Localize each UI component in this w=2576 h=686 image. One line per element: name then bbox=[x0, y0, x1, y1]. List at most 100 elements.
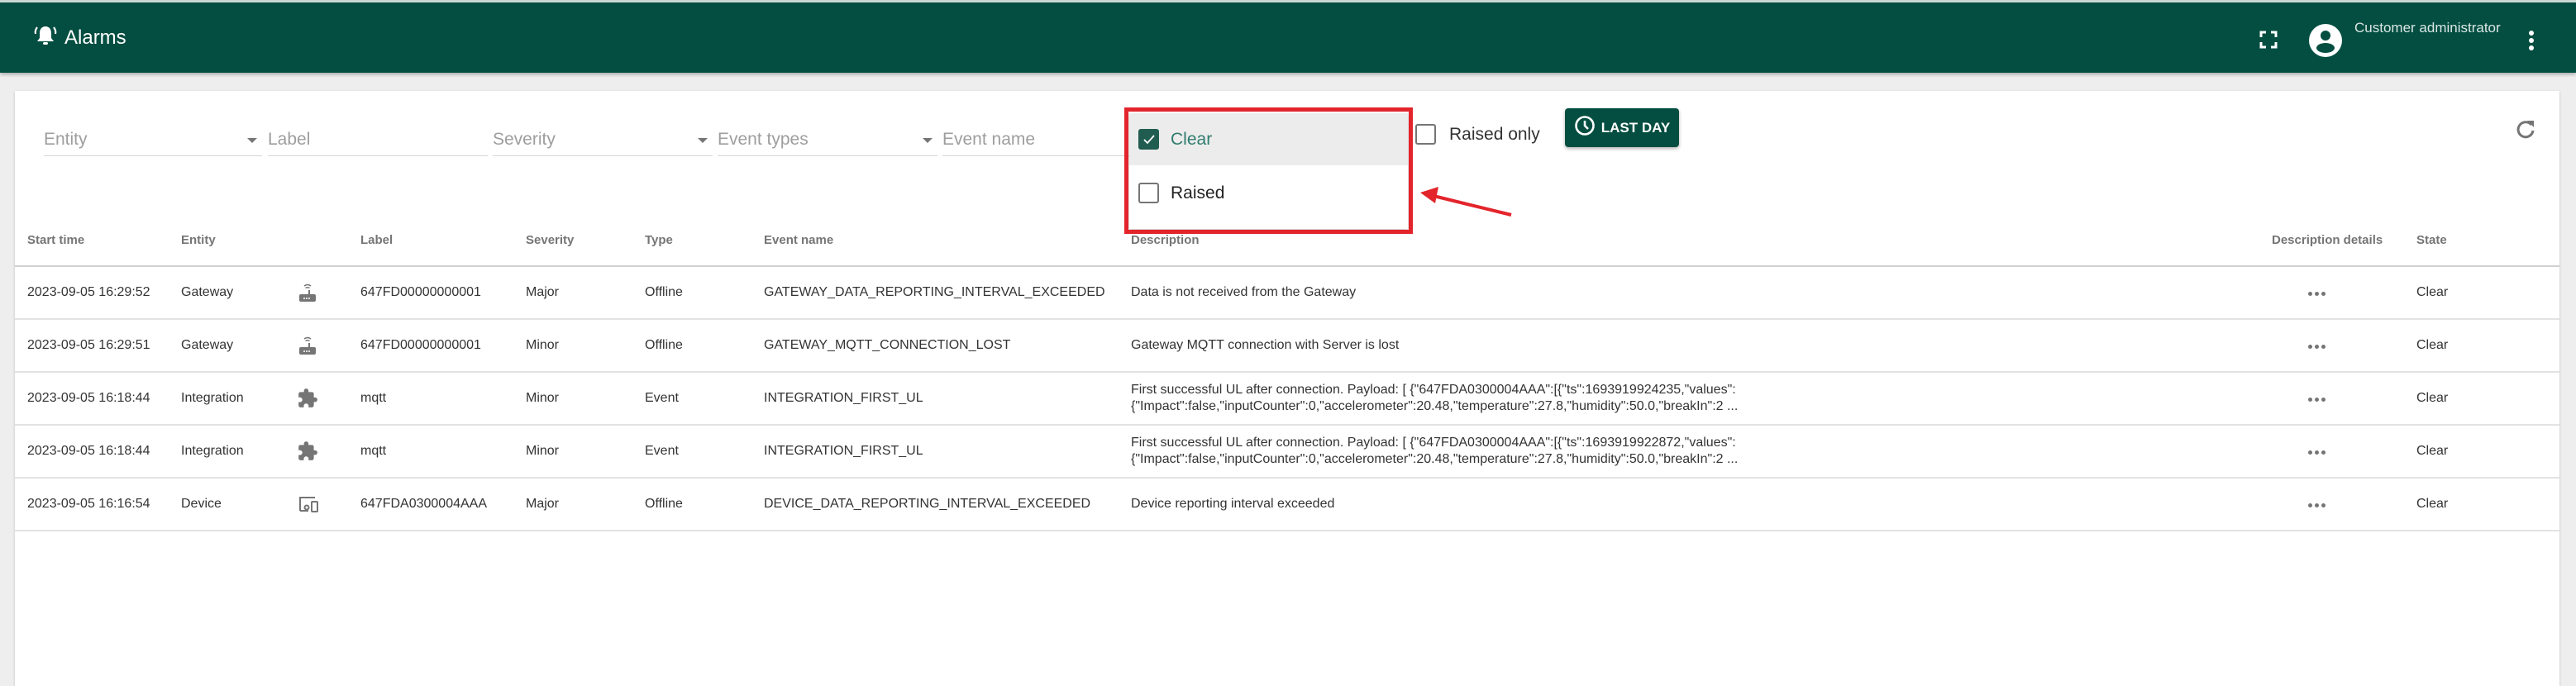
cell-state: Clear bbox=[2416, 478, 2559, 531]
chevron-down-icon bbox=[698, 138, 708, 143]
annotation-arrow-icon bbox=[1420, 187, 1512, 217]
bell-ring-icon bbox=[33, 24, 58, 51]
cell-entity-icon bbox=[297, 266, 360, 320]
severity-filter-placeholder: Severity bbox=[493, 130, 556, 149]
cell-description-details bbox=[2272, 372, 2416, 426]
cell-description-details bbox=[2272, 425, 2416, 479]
severity-filter[interactable]: Severity bbox=[493, 126, 713, 156]
cell-severity: Minor bbox=[526, 372, 645, 426]
cell-entity-icon bbox=[297, 425, 360, 479]
more-horiz-icon[interactable] bbox=[2308, 398, 2326, 402]
cell-description: Data is not received from the Gateway bbox=[1131, 266, 2272, 320]
devices-icon bbox=[297, 494, 360, 514]
cell-entity-icon bbox=[297, 319, 360, 373]
cell-event-name: DEVICE_DATA_REPORTING_INTERVAL_EXCEEDED bbox=[764, 478, 1131, 531]
more-vert-icon[interactable] bbox=[2526, 30, 2536, 51]
time-window-button[interactable]: LAST DAY bbox=[1565, 108, 1679, 147]
column-header-label[interactable]: Label bbox=[360, 215, 526, 267]
account-circle-icon[interactable] bbox=[2308, 23, 2343, 58]
cell-type: Offline bbox=[645, 478, 764, 531]
description-line-2: {"Impact":false,"inputCounter":0,"accele… bbox=[1131, 452, 1739, 466]
table-row[interactable]: 2023-09-05 16:29:52 Gateway 647FD0000000… bbox=[15, 266, 2559, 320]
event-types-filter[interactable]: Event types bbox=[718, 126, 937, 156]
cell-description-details bbox=[2272, 266, 2416, 320]
cell-severity: Major bbox=[526, 478, 645, 531]
page-title-wrap: Alarms bbox=[33, 24, 126, 51]
cell-type: Offline bbox=[645, 319, 764, 373]
cell-label: mqtt bbox=[360, 372, 526, 426]
raised-only-label: Raised only bbox=[1449, 124, 1540, 144]
cell-entity: Integration bbox=[181, 425, 297, 479]
router-icon bbox=[297, 335, 360, 356]
raised-only-toggle[interactable]: Raised only bbox=[1415, 124, 1540, 145]
cell-label: mqtt bbox=[360, 425, 526, 479]
column-header-start-time[interactable]: Start time bbox=[15, 215, 181, 267]
chevron-down-icon bbox=[247, 138, 257, 143]
description-line-1: First successful UL after connection. Pa… bbox=[1131, 436, 1736, 450]
cell-severity: Minor bbox=[526, 319, 645, 373]
event-types-filter-placeholder: Event types bbox=[718, 130, 809, 149]
cell-start-time: 2023-09-05 16:18:44 bbox=[15, 372, 181, 426]
router-icon bbox=[297, 282, 360, 303]
column-header-entity[interactable]: Entity bbox=[181, 215, 297, 267]
clock-icon bbox=[1574, 115, 1596, 141]
cell-description: Device reporting interval exceeded bbox=[1131, 478, 2272, 531]
cell-entity: Gateway bbox=[181, 266, 297, 320]
more-horiz-icon[interactable] bbox=[2308, 292, 2326, 296]
table-row[interactable]: 2023-09-05 16:18:44 Integration mqtt Min… bbox=[15, 425, 2559, 479]
more-horiz-icon[interactable] bbox=[2308, 503, 2326, 507]
cell-label: 647FDA0300004AAA bbox=[360, 478, 526, 531]
user-role: Customer administrator bbox=[2354, 20, 2501, 36]
annotation-highlight-box bbox=[1124, 107, 1413, 234]
cell-description-details bbox=[2272, 319, 2416, 373]
cell-description: First successful UL after connection. Pa… bbox=[1131, 425, 2272, 479]
table-row[interactable]: 2023-09-05 16:18:44 Integration mqtt Min… bbox=[15, 372, 2559, 426]
table-row[interactable]: 2023-09-05 16:16:54 Device 647FDA0300004… bbox=[15, 478, 2559, 531]
cell-state: Clear bbox=[2416, 372, 2559, 426]
cell-start-time: 2023-09-05 16:29:52 bbox=[15, 266, 181, 320]
column-header-type[interactable]: Type bbox=[645, 215, 764, 267]
column-header-severity[interactable]: Severity bbox=[526, 215, 645, 267]
cell-description: First successful UL after connection. Pa… bbox=[1131, 372, 2272, 426]
top-bar: Alarms Customer administrator bbox=[0, 0, 2576, 73]
cell-start-time: 2023-09-05 16:29:51 bbox=[15, 319, 181, 373]
cell-entity: Gateway bbox=[181, 319, 297, 373]
refresh-icon[interactable] bbox=[2515, 118, 2536, 140]
table-row[interactable]: 2023-09-05 16:29:51 Gateway 647FD0000000… bbox=[15, 319, 2559, 373]
cell-start-time: 2023-09-05 16:18:44 bbox=[15, 425, 181, 479]
cell-event-name: INTEGRATION_FIRST_UL bbox=[764, 425, 1131, 479]
column-header-entity-icon bbox=[297, 215, 360, 267]
cell-start-time: 2023-09-05 16:16:54 bbox=[15, 478, 181, 531]
puzzle-icon bbox=[297, 441, 360, 462]
cell-type: Offline bbox=[645, 266, 764, 320]
description-line-2: {"Impact":false,"inputCounter":0,"accele… bbox=[1131, 399, 1739, 413]
cell-entity: Device bbox=[181, 478, 297, 531]
entity-filter-placeholder: Entity bbox=[44, 130, 88, 149]
cell-state: Clear bbox=[2416, 425, 2559, 479]
event-name-filter-placeholder: Event name bbox=[942, 130, 1036, 149]
cell-label: 647FD00000000001 bbox=[360, 319, 526, 373]
cell-event-name: INTEGRATION_FIRST_UL bbox=[764, 372, 1131, 426]
description-line-1: First successful UL after connection. Pa… bbox=[1131, 383, 1736, 397]
fullscreen-icon[interactable] bbox=[2259, 31, 2278, 49]
column-header-state[interactable]: State bbox=[2416, 215, 2559, 267]
cell-type: Event bbox=[645, 425, 764, 479]
cell-event-name: GATEWAY_MQTT_CONNECTION_LOST bbox=[764, 319, 1131, 373]
column-header-description-details: Description details bbox=[2272, 215, 2416, 267]
column-header-event-name[interactable]: Event name bbox=[764, 215, 1131, 267]
more-horiz-icon[interactable] bbox=[2308, 450, 2326, 455]
cell-event-name: GATEWAY_DATA_REPORTING_INTERVAL_EXCEEDED bbox=[764, 266, 1131, 320]
entity-filter[interactable]: Entity bbox=[44, 126, 262, 156]
cell-description-details bbox=[2272, 478, 2416, 531]
cell-state: Clear bbox=[2416, 266, 2559, 320]
raised-only-checkbox[interactable] bbox=[1415, 124, 1436, 145]
label-filter-placeholder: Label bbox=[268, 130, 311, 149]
cell-description: Gateway MQTT connection with Server is l… bbox=[1131, 319, 2272, 373]
cell-severity: Major bbox=[526, 266, 645, 320]
alarms-table: Start time Entity Label Severity Type Ev… bbox=[15, 215, 2559, 531]
label-filter[interactable]: Label bbox=[268, 126, 488, 156]
more-horiz-icon[interactable] bbox=[2308, 345, 2326, 349]
cell-type: Event bbox=[645, 372, 764, 426]
cell-entity: Integration bbox=[181, 372, 297, 426]
cell-label: 647FD00000000001 bbox=[360, 266, 526, 320]
